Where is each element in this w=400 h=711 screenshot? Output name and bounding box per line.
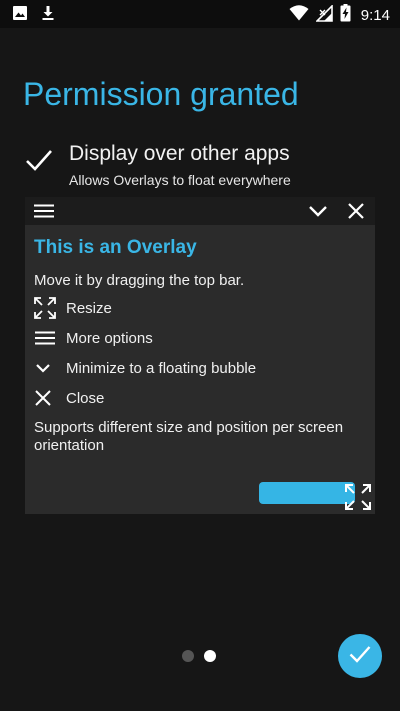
page-indicator [182,650,216,662]
chevron-down-icon[interactable] [308,203,328,219]
signal-icon [314,3,333,27]
close-icon[interactable] [347,202,365,220]
wifi-icon [289,5,309,26]
resize-icon[interactable] [345,484,371,510]
chevron-down-icon [34,357,60,379]
battery-charging-icon [340,4,351,27]
feature-item-resize: Resize [34,295,112,321]
overlay-title: This is an Overlay [34,237,197,258]
close-icon [34,387,60,409]
image-icon [12,5,28,26]
feature-item-more-options: More options [34,325,153,351]
page-dot-2[interactable] [204,650,216,662]
confirm-fab-button[interactable] [338,634,382,678]
resize-icon [34,297,60,319]
screen: 9:14 Permission granted Display over oth… [0,0,400,711]
feature-label: Minimize to a floating bubble [66,359,257,377]
page-dot-1[interactable] [182,650,194,662]
feature-label: More options [66,329,153,347]
menu-icon[interactable] [33,203,55,219]
overlay-panel: This is an Overlay Move it by dragging t… [25,197,375,514]
overlay-description: Move it by dragging the top bar. [34,272,245,289]
permission-title: Display over other apps [69,142,290,165]
status-time: 9:14 [360,7,390,24]
page-title: Permission granted [23,76,299,112]
floating-bubble-preview [259,482,355,504]
overlay-note: Supports different size and position per… [34,419,344,454]
overlay-drag-bar[interactable] [25,197,375,225]
checkmark-icon [25,148,53,177]
permission-subtitle: Allows Overlays to float everywhere [69,172,291,188]
feature-item-minimize: Minimize to a floating bubble [34,355,256,381]
feature-item-close: Close [34,385,104,411]
status-bar: 9:14 [0,0,400,28]
feature-label: Close [66,389,105,407]
menu-icon [34,327,60,349]
feature-label: Resize [66,299,112,317]
checkmark-icon [349,645,371,668]
download-icon [40,5,56,26]
